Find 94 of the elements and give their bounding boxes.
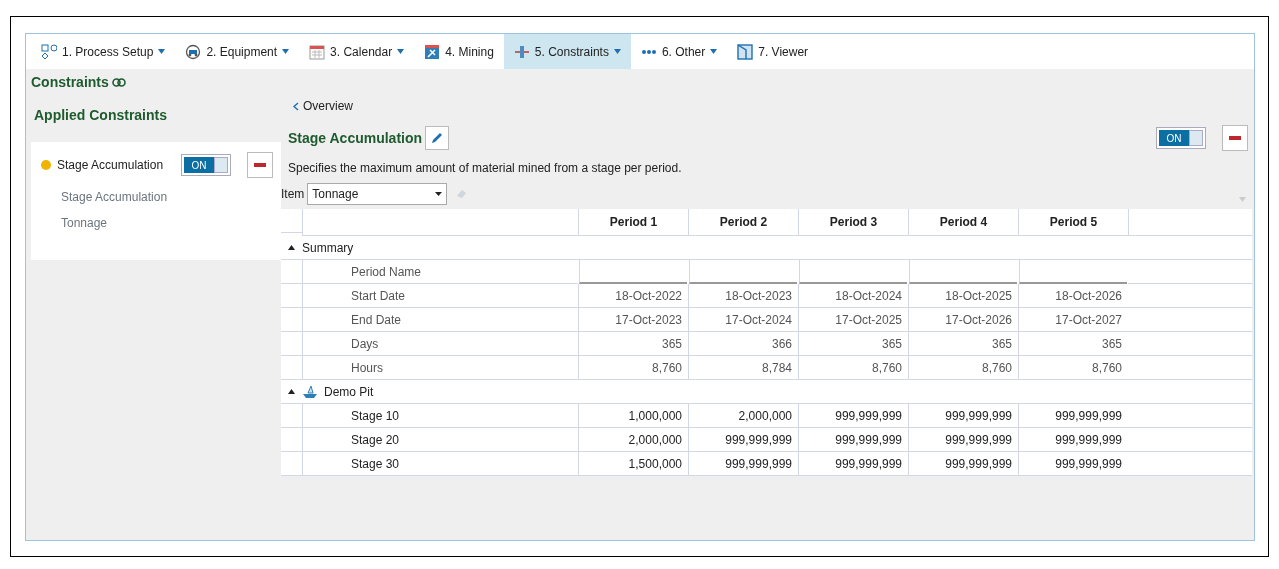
table-cell[interactable]	[1019, 260, 1127, 284]
section-title: Stage Accumulation	[288, 128, 423, 148]
table-cell: 8,760	[1018, 356, 1128, 380]
table-cell: 2,000,000	[578, 428, 688, 452]
row-label: Stage 10	[302, 404, 578, 428]
table-cell: 999,999,999	[798, 404, 908, 428]
edit-button[interactable]	[425, 126, 450, 150]
constraint-detail: Stage Accumulation	[61, 189, 169, 206]
filter-icon	[1239, 196, 1246, 202]
table-cell: 8,784	[688, 356, 798, 380]
table-cell: 999,999,999	[1018, 404, 1128, 428]
table-cell: 2,000,000	[688, 404, 798, 428]
group-label: Summary	[302, 239, 354, 257]
table-cell: 8,760	[578, 356, 688, 380]
table-cell: 17-Oct-2026	[908, 308, 1018, 332]
toolbar-tab[interactable]: 6. Other	[630, 34, 728, 69]
table-cell: 999,999,999	[688, 428, 798, 452]
back-link[interactable]: Overview	[293, 97, 353, 115]
toolbar-tab[interactable]: 7. Viewer	[727, 34, 819, 69]
column-header: Period 1	[578, 209, 688, 236]
page-title: Constraints	[31, 73, 109, 92]
table-cell: 999,999,999	[798, 428, 908, 452]
toolbar-tab[interactable]: 3. Calendar	[299, 34, 415, 69]
table-cell[interactable]	[689, 260, 797, 284]
minus-icon	[1229, 136, 1241, 140]
remove-button[interactable]	[1222, 125, 1248, 151]
table-cell: 366	[688, 332, 798, 356]
eraser-icon	[456, 189, 469, 199]
table-cell: 18-Oct-2026	[1018, 284, 1128, 308]
table-cell: 365	[908, 332, 1018, 356]
constraint-name[interactable]: Stage Accumulation	[57, 156, 181, 174]
column-header: Period 2	[688, 209, 798, 236]
pickaxe-icon	[424, 43, 441, 60]
table-cell: 999,999,999	[1018, 452, 1128, 476]
table-cell: 999,999,999	[798, 452, 908, 476]
toolbar-tab[interactable]: 1. Process Setup	[31, 34, 176, 69]
pencil-icon	[432, 133, 443, 143]
constraint-detail: Tonnage	[61, 215, 109, 232]
row-label: Stage 20	[302, 428, 578, 452]
table-cell: 999,999,999	[908, 428, 1018, 452]
table-cell: 8,760	[798, 356, 908, 380]
table-cell: 17-Oct-2025	[798, 308, 908, 332]
table-cell: 18-Oct-2025	[908, 284, 1018, 308]
flowchart-icon	[41, 43, 57, 60]
table-cell: 999,999,999	[688, 452, 798, 476]
description-text: Specifies the maximum amount of material mined from a stage per period.	[288, 160, 683, 177]
more-icon	[640, 48, 657, 55]
row-label: Hours	[302, 356, 578, 380]
table-cell: 1,500,000	[578, 452, 688, 476]
table-cell: 365	[798, 332, 908, 356]
sidebar-heading: Applied Constraints	[34, 107, 167, 123]
row-label: Days	[302, 332, 578, 356]
box-icon	[737, 43, 754, 60]
toggle-switch[interactable]: ON	[181, 154, 231, 176]
item-dropdown[interactable]: Tonnage	[307, 183, 448, 205]
column-header: Period 5	[1018, 209, 1128, 236]
table-cell: 1,000,000	[578, 404, 688, 428]
table-cell: 18-Oct-2022	[578, 284, 688, 308]
table-cell: 365	[1018, 332, 1128, 356]
table-cell: 18-Oct-2024	[798, 284, 908, 308]
toggle-switch[interactable]: ON	[1156, 127, 1206, 149]
table-cell: 17-Oct-2027	[1018, 308, 1128, 332]
table-cell[interactable]	[909, 260, 1017, 284]
row-label: Period Name	[302, 260, 578, 284]
link-icon	[111, 78, 126, 87]
table-cell[interactable]	[799, 260, 907, 284]
caret-icon	[435, 192, 443, 196]
column-header: Period 4	[908, 209, 1018, 236]
row-label: End Date	[302, 308, 578, 332]
item-label: Item	[281, 186, 305, 203]
table-cell[interactable]	[579, 260, 687, 284]
toolbar-tab[interactable]: 2. Equipment	[175, 34, 300, 69]
group-label: Demo Pit	[324, 383, 374, 401]
expand-caret-icon[interactable]	[288, 245, 295, 250]
row-label: Start Date	[302, 284, 578, 308]
table-cell: 17-Oct-2024	[688, 308, 798, 332]
expand-caret-icon[interactable]	[288, 389, 295, 394]
table-cell: 18-Oct-2023	[688, 284, 798, 308]
table-cell: 365	[578, 332, 688, 356]
minus-icon	[254, 163, 266, 167]
pit-icon	[302, 384, 318, 399]
truck-icon	[185, 43, 202, 60]
column-header: Period 3	[798, 209, 908, 236]
row-label: Stage 30	[302, 452, 578, 476]
table-cell: 999,999,999	[1018, 428, 1128, 452]
chevron-left-icon	[293, 101, 299, 111]
toolbar-tab[interactable]: 4. Mining	[414, 34, 504, 69]
table-cell: 17-Oct-2023	[578, 308, 688, 332]
remove-button[interactable]	[247, 152, 273, 178]
table-cell: 999,999,999	[908, 452, 1018, 476]
table-cell: 999,999,999	[908, 404, 1018, 428]
toolbar-tab[interactable]: 5. Constraints	[503, 34, 631, 69]
table-cell: 8,760	[908, 356, 1018, 380]
calendar-icon	[309, 43, 326, 60]
